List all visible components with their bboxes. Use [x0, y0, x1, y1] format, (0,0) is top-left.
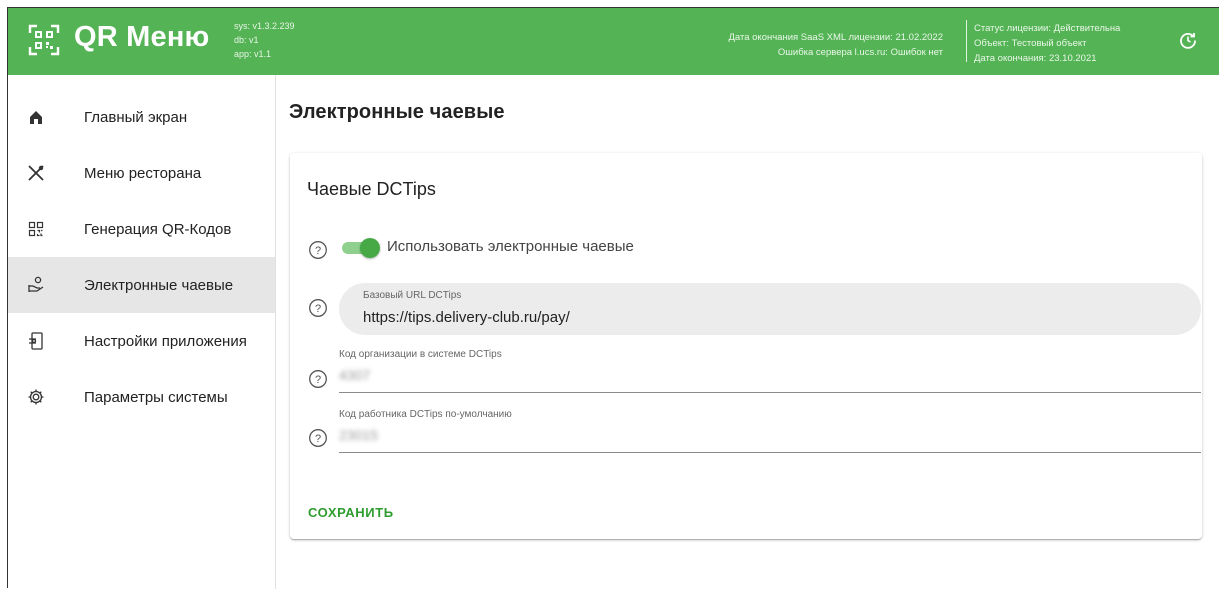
use-tips-toggle[interactable] [340, 237, 380, 258]
svg-text:?: ? [315, 374, 321, 386]
sidebar-item-qr-generation[interactable]: Генерация QR-Кодов [8, 201, 275, 257]
home-icon [26, 107, 46, 127]
base-url-label: Базовый URL DCTips [363, 290, 462, 301]
app-brand: QR Меню [74, 21, 210, 53]
license-object: Объект: Тестовый объект [974, 38, 1087, 49]
save-button[interactable]: СОХРАНИТЬ [308, 505, 394, 520]
base-url-value[interactable]: https://tips.delivery-club.ru/pay/ [363, 309, 570, 326]
sidebar-item-label: Электронные чаевые [84, 276, 234, 294]
version-app: app: v1.1 [234, 49, 272, 59]
worker-code-label: Код работника DCTips по-умолчанию [339, 409, 512, 420]
cutlery-icon [26, 163, 46, 183]
gear-icon [26, 387, 46, 407]
qr-logo-icon [28, 24, 60, 56]
svg-text:?: ? [315, 433, 321, 445]
license-info-saas: Дата окончания SaaS XML лицензии: 21.02.… [728, 30, 943, 60]
tips-icon [26, 275, 46, 295]
help-icon[interactable]: ? [308, 240, 328, 260]
sidebar-item-restaurant-menu[interactable]: Меню ресторана [8, 145, 275, 201]
saas-license-date: Дата окончания SaaS XML лицензии: 21.02.… [728, 32, 943, 43]
header-divider [966, 20, 967, 62]
sidebar-item-label: Главный экран [84, 108, 188, 126]
version-sys: sys: v1.3.2.239 [234, 21, 295, 31]
page-title: Электронные чаевые [289, 101, 505, 123]
sidebar-item-label: Параметры системы [84, 388, 228, 406]
svg-text:?: ? [315, 303, 321, 315]
version-db: db: v1 [234, 35, 259, 45]
sidebar-item-system-params[interactable]: Параметры системы [8, 369, 275, 425]
card-title: Чаевые DCTips [307, 179, 436, 199]
dctips-card: Чаевые DCTips ? Использовать электронные… [290, 153, 1202, 539]
org-code-field[interactable]: Код организации в системе DCTips 4307 [339, 349, 1201, 393]
refresh-icon[interactable] [1178, 30, 1198, 50]
svg-text:?: ? [315, 245, 321, 257]
sidebar-item-electronic-tips[interactable]: Электронные чаевые [8, 257, 275, 313]
app-frame: QR Меню sys: v1.3.2.239 db: v1 app: v1.1… [7, 7, 1219, 589]
server-error-status: Ошибка сервера l.ucs.ru: Ошибок нет [777, 47, 943, 58]
worker-code-value[interactable]: 23015 [339, 427, 378, 443]
org-code-label: Код организации в системе DCTips [339, 349, 502, 360]
sidebar: Главный экран Меню ресторана Генерация Q… [8, 75, 276, 589]
use-tips-label: Использовать электронные чаевые [387, 238, 634, 255]
base-url-field[interactable]: Базовый URL DCTips https://tips.delivery… [339, 283, 1201, 335]
worker-code-field[interactable]: Код работника DCTips по-умолчанию 23015 [339, 409, 1201, 453]
help-icon[interactable]: ? [308, 298, 328, 318]
sidebar-item-label: Меню ресторана [84, 164, 202, 182]
license-info-object: Статус лицензии: Действительна Объект: Т… [974, 21, 1120, 66]
sidebar-item-app-settings[interactable]: Настройки приложения [8, 313, 275, 369]
sidebar-item-home[interactable]: Главный экран [8, 89, 275, 145]
sidebar-item-label: Настройки приложения [84, 332, 247, 350]
help-icon[interactable]: ? [308, 428, 328, 448]
version-info: sys: v1.3.2.239 db: v1 app: v1.1 [234, 19, 295, 61]
license-status: Статус лицензии: Действительна [974, 23, 1121, 34]
toggle-thumb [360, 238, 380, 258]
main-content: Электронные чаевые Чаевые DCTips ? Испол… [277, 75, 1219, 589]
org-code-value[interactable]: 4307 [339, 367, 370, 383]
app-settings-icon [26, 331, 46, 351]
sidebar-item-label: Генерация QR-Кодов [84, 220, 232, 238]
qr-code-icon [26, 219, 46, 239]
help-icon[interactable]: ? [308, 369, 328, 389]
top-bar: QR Меню sys: v1.3.2.239 db: v1 app: v1.1… [8, 8, 1219, 75]
license-end-date: Дата окончания: 23.10.2021 [974, 53, 1097, 64]
